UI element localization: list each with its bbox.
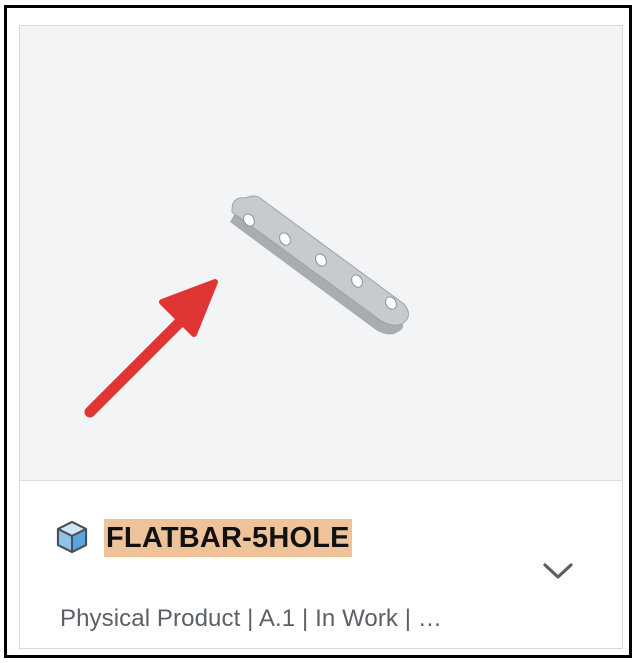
red-arrow-annotation (84, 279, 218, 418)
card-info: FLATBAR-5HOLE Physical Product | A.1 | I… (20, 481, 622, 648)
screenshot-frame: FLATBAR-5HOLE Physical Product | A.1 | I… (4, 5, 632, 658)
product-title[interactable]: FLATBAR-5HOLE (104, 519, 352, 557)
thumbnail-preview (84, 195, 409, 418)
product-card[interactable]: FLATBAR-5HOLE Physical Product | A.1 | I… (19, 25, 623, 649)
product-subtitle: Physical Product | A.1 | In Work | … (60, 605, 442, 632)
thumbnail-area[interactable] (20, 26, 622, 481)
chevron-down-icon[interactable] (540, 559, 576, 583)
3d-part-cube-icon (54, 519, 90, 555)
flatbar-3d-model[interactable] (230, 195, 409, 335)
